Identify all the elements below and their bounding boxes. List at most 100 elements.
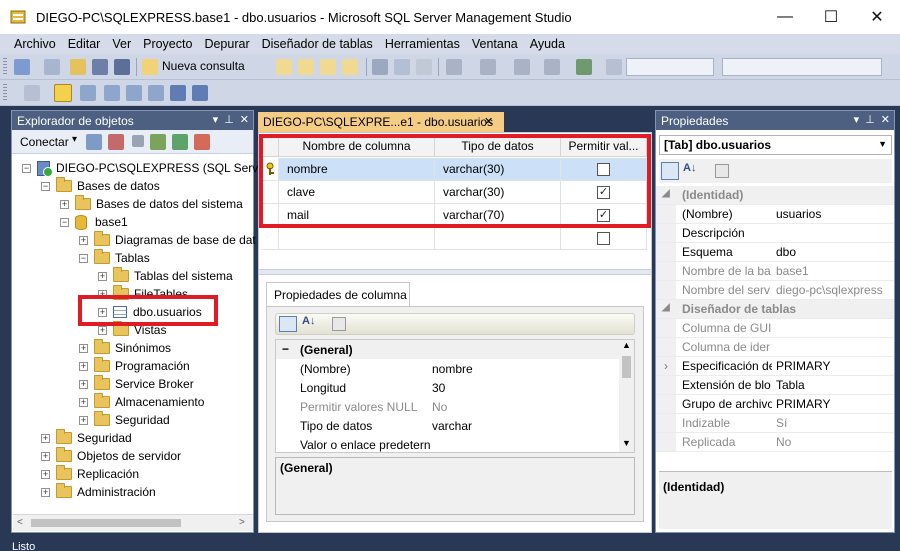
tab-column-properties[interactable]: Propiedades de columna: [266, 282, 410, 306]
property-row-allow-nulls[interactable]: Permitir valores NULL No: [276, 397, 620, 416]
cut-icon[interactable]: [372, 59, 388, 75]
expand-icon[interactable]: +: [79, 397, 88, 407]
property-row-name[interactable]: (Nombre) nombre: [276, 359, 620, 378]
close-panel-icon[interactable]: ✕: [240, 113, 249, 126]
dmx-query-icon[interactable]: [320, 59, 336, 75]
collapse-icon[interactable]: −: [60, 217, 69, 227]
allow-nulls-checkbox[interactable]: [597, 162, 610, 176]
undo-icon[interactable]: [446, 59, 462, 75]
menu-ventana[interactable]: Ventana: [466, 37, 524, 51]
splitter[interactable]: [259, 269, 651, 275]
categorized-icon[interactable]: [661, 162, 679, 180]
disconnect-icon[interactable]: [108, 134, 124, 150]
allow-nulls-checkbox[interactable]: ✓: [597, 208, 610, 222]
open-file-icon[interactable]: [70, 59, 86, 75]
solution-config-combo[interactable]: [626, 58, 714, 76]
expand-icon[interactable]: +: [79, 343, 88, 353]
row-selector[interactable]: [261, 227, 279, 250]
scroll-down-icon[interactable]: ▼: [622, 438, 631, 448]
header-allow-nulls[interactable]: Permitir val...: [561, 135, 647, 157]
cell-column-name[interactable]: mail: [279, 204, 435, 227]
property-row[interactable]: Indizable Sí: [656, 414, 894, 433]
cell-data-type-new[interactable]: [435, 227, 561, 250]
cell-data-type[interactable]: varchar(70): [435, 204, 561, 227]
cell-allow-nulls[interactable]: [561, 158, 647, 181]
check-constraints-icon[interactable]: [170, 85, 186, 101]
tree-node-server[interactable]: − DIEGO-PC\SQLEXPRESS (SQL Server: [22, 159, 269, 177]
tree-node-replication[interactable]: + Replicación: [41, 465, 139, 483]
collapse-icon[interactable]: −: [22, 163, 31, 173]
relationships-icon[interactable]: [80, 85, 96, 101]
expand-icon[interactable]: +: [98, 271, 107, 281]
property-row[interactable]: Extensión de blo Tabla: [656, 376, 894, 395]
tree-node-db-security[interactable]: + Seguridad: [79, 411, 170, 429]
cell-column-name[interactable]: nombre: [279, 158, 435, 181]
connect-dropdown-icon[interactable]: ▾: [72, 134, 77, 145]
indexes-icon[interactable]: [104, 85, 120, 101]
tree-node-filetables[interactable]: + FileTables: [98, 285, 188, 303]
copy-icon[interactable]: [394, 59, 410, 75]
collapse-category-icon[interactable]: −: [282, 342, 289, 356]
xmla-query-icon[interactable]: [342, 59, 358, 75]
pin-icon[interactable]: ⊥: [224, 113, 234, 126]
row-selector[interactable]: [261, 204, 279, 227]
new-query-icon[interactable]: [142, 59, 158, 75]
tree-node-databases[interactable]: − Bases de datos: [41, 177, 160, 195]
row-selector[interactable]: [261, 158, 279, 181]
expand-icon[interactable]: +: [41, 487, 50, 497]
navigate-back-icon[interactable]: [514, 59, 530, 75]
menu-proyecto[interactable]: Proyecto: [137, 37, 198, 51]
spatial-index-icon[interactable]: [192, 85, 208, 101]
pin-icon[interactable]: ⊥: [865, 113, 875, 126]
expand-icon[interactable]: +: [98, 307, 107, 317]
tree-node-views[interactable]: + Vistas: [98, 321, 166, 339]
close-tab-icon[interactable]: ✕: [484, 115, 493, 128]
category-table-designer[interactable]: ◢ Diseñador de tablas: [656, 300, 894, 319]
tree-node-server-objects[interactable]: + Objetos de servidor: [41, 447, 181, 465]
generate-script-icon[interactable]: [24, 85, 40, 101]
add-item-icon[interactable]: [44, 59, 60, 75]
menu-ver[interactable]: Ver: [106, 37, 137, 51]
expand-icon[interactable]: +: [79, 415, 88, 425]
property-row[interactable]: Nombre del serv diego-pc\sqlexpress: [656, 281, 894, 300]
row-selector[interactable]: [261, 181, 279, 204]
dropdown-arrow-icon[interactable]: ▾: [213, 113, 219, 126]
dropdown-arrow-icon[interactable]: ▾: [854, 113, 860, 126]
tree-node-management[interactable]: + Administración: [41, 483, 156, 501]
alphabetical-icon[interactable]: A↓: [302, 315, 315, 327]
tree-node-tables[interactable]: − Tablas: [79, 249, 150, 267]
menu-archivo[interactable]: Archivo: [8, 37, 62, 51]
property-row-data-type[interactable]: Tipo de datos varchar: [276, 416, 620, 435]
menu-depurar[interactable]: Depurar: [198, 37, 255, 51]
maximize-button[interactable]: ☐: [808, 0, 854, 34]
allow-nulls-checkbox[interactable]: [597, 231, 610, 245]
save-icon[interactable]: [92, 59, 108, 75]
chevron-down-icon[interactable]: ▼: [878, 139, 887, 149]
paste-icon[interactable]: [416, 59, 432, 75]
scrollbar-thumb[interactable]: [622, 356, 631, 378]
allow-nulls-checkbox[interactable]: ✓: [597, 185, 610, 199]
tree-node-security[interactable]: + Seguridad: [41, 429, 132, 447]
tree-node-system-databases[interactable]: + Bases de datos del sistema: [60, 195, 243, 213]
cell-data-type[interactable]: varchar(30): [435, 181, 561, 204]
property-row[interactable]: › Especificación de PRIMARY: [656, 357, 894, 376]
categorized-icon[interactable]: [279, 316, 297, 332]
expand-icon[interactable]: +: [41, 469, 50, 479]
horizontal-scrollbar[interactable]: < >: [13, 514, 253, 531]
tree-node-synonyms[interactable]: + Sinónimos: [79, 339, 171, 357]
property-row[interactable]: Nombre de la ba base1: [656, 262, 894, 281]
scroll-up-icon[interactable]: ▲: [622, 340, 631, 350]
mdx-query-icon[interactable]: [298, 59, 314, 75]
navigate-forward-icon[interactable]: [544, 59, 560, 75]
query-db-icon[interactable]: [276, 59, 292, 75]
connect-server-icon[interactable]: [86, 134, 102, 150]
category-general[interactable]: − (General): [276, 340, 620, 359]
activity-monitor-icon[interactable]: [576, 59, 592, 75]
cell-data-type[interactable]: varchar(30): [435, 158, 561, 181]
cell-column-name-new[interactable]: [279, 227, 435, 250]
filter-icon[interactable]: [150, 134, 166, 150]
stop-icon[interactable]: [132, 135, 144, 147]
property-pages-icon[interactable]: [715, 164, 729, 178]
property-row[interactable]: Replicada No: [656, 433, 894, 452]
property-row-default-value[interactable]: Valor o enlace predetern: [276, 435, 620, 454]
